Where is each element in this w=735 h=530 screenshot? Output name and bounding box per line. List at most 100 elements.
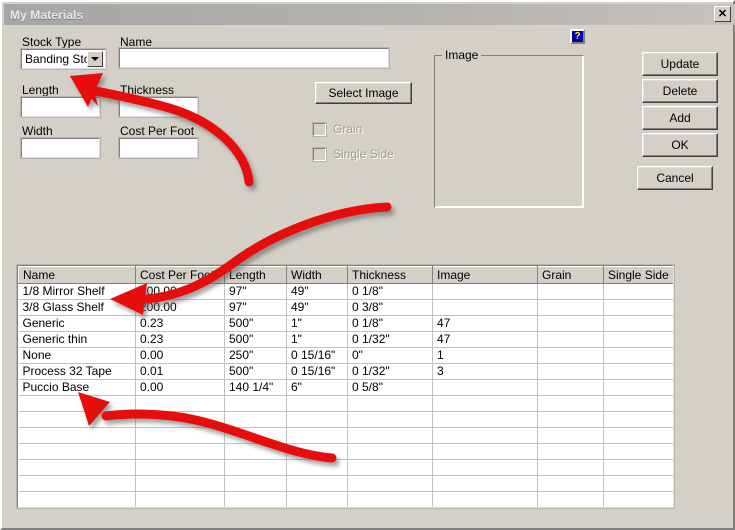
table-cell[interactable]: 97" [224,299,287,316]
help-question-icon[interactable]: ? [570,29,585,44]
table-cell[interactable] [347,475,433,492]
table-cell[interactable] [135,443,225,460]
table-cell[interactable] [347,491,433,507]
table-row[interactable] [18,443,673,460]
table-cell[interactable] [347,411,433,428]
table-cell[interactable]: 0 1/32" [347,363,433,380]
table-cell[interactable]: 3/8 Glass Shelf [18,299,136,316]
table-cell[interactable]: 0" [347,347,433,364]
table-cell[interactable] [603,395,673,412]
close-icon[interactable]: ✕ [714,6,731,22]
table-row[interactable] [18,459,673,476]
table-cell[interactable]: Process 32 Tape [18,363,136,380]
table-row[interactable]: None 0.00 250" 0 15/16" 0" 1 [18,347,673,364]
table-cell[interactable] [432,299,538,316]
table-cell[interactable] [603,475,673,492]
width-input[interactable] [20,137,101,159]
table-cell[interactable] [286,395,348,412]
table-cell[interactable] [537,315,604,332]
table-cell[interactable]: 1" [286,315,348,332]
table-cell[interactable] [135,459,225,476]
table-cell[interactable] [537,475,604,492]
table-cell[interactable] [347,459,433,476]
name-input[interactable] [118,47,390,69]
thickness-input[interactable] [118,96,199,118]
table-row[interactable]: Generic 0.23 500" 1" 0 1/8" 47 [18,315,673,332]
table-cell[interactable]: 0.00 [135,379,225,396]
table-row[interactable] [18,395,673,412]
table-cell[interactable] [537,443,604,460]
table-row[interactable] [18,491,673,507]
table-header-image[interactable]: Image [432,266,538,284]
table-cell[interactable] [603,427,673,444]
table-cell[interactable]: 500" [224,331,287,348]
table-row[interactable]: Puccio Base 0.00 140 1/4" 6" 0 5/8" [18,379,673,396]
table-cell[interactable] [286,459,348,476]
table-cell[interactable]: 6" [286,379,348,396]
table-cell[interactable] [537,283,604,300]
table-cell[interactable] [286,491,348,507]
table-cell[interactable] [537,427,604,444]
table-cell[interactable] [224,459,287,476]
table-cell[interactable] [286,427,348,444]
table-cell[interactable] [432,379,538,396]
table-header-grain[interactable]: Grain [537,266,604,284]
table-header-name[interactable]: Name [18,266,136,284]
table-cell[interactable]: 49" [286,299,348,316]
table-cell[interactable] [432,459,538,476]
table-row[interactable]: 3/8 Glass Shelf 200.00 97" 49" 0 3/8" [18,299,673,316]
table-cell[interactable] [432,491,538,507]
cancel-button[interactable]: Cancel [637,166,713,190]
select-image-button[interactable]: Select Image [315,82,412,104]
table-row[interactable] [18,411,673,428]
table-cell[interactable]: 500" [224,315,287,332]
table-cell[interactable]: 0 1/8" [347,315,433,332]
table-row[interactable]: Generic thin 0.23 500" 1" 0 1/32" 47 [18,331,673,348]
table-cell[interactable]: 0.00 [135,347,225,364]
table-cell[interactable] [224,443,287,460]
table-cell[interactable]: 0.23 [135,315,225,332]
title-bar[interactable]: My Materials ✕ [4,4,735,25]
length-input[interactable] [20,96,101,118]
table-header-length[interactable]: Length [224,266,287,284]
single-side-checkbox[interactable]: Single Side [312,146,394,162]
table-cell[interactable] [537,299,604,316]
table-cell[interactable]: 49" [286,283,348,300]
materials-grid[interactable]: Name Cost Per Foot Length Width Thickness Ima… [16,264,675,509]
delete-button[interactable]: Delete [642,79,718,103]
table-cell[interactable] [135,411,225,428]
table-cell[interactable] [603,491,673,507]
table-cell[interactable]: 0.01 [135,363,225,380]
add-button[interactable]: Add [642,106,718,130]
table-cell[interactable] [603,459,673,476]
table-row[interactable] [18,427,673,444]
table-cell[interactable] [135,475,225,492]
table-cell[interactable]: Puccio Base [18,379,136,396]
table-cell[interactable]: None [18,347,136,364]
table-cell[interactable] [18,395,136,412]
table-cell[interactable] [18,443,136,460]
table-cell[interactable] [18,411,136,428]
table-header-thickness[interactable]: Thickness [347,266,433,284]
table-cell[interactable] [603,299,673,316]
table-cell[interactable]: Generic [18,315,136,332]
grain-checkbox[interactable]: Grain [312,121,362,137]
table-cell[interactable] [347,443,433,460]
table-row[interactable]: Process 32 Tape 0.01 500" 0 15/16" 0 1/32" 3 [18,363,673,380]
table-cell[interactable]: 1/8 Mirror Shelf [18,283,136,300]
table-cell[interactable] [603,347,673,364]
table-cell[interactable] [286,411,348,428]
table-cell[interactable]: 47 [432,315,538,332]
table-cell[interactable] [603,411,673,428]
table-cell[interactable]: 0.23 [135,331,225,348]
table-cell[interactable] [537,363,604,380]
table-cell[interactable] [224,491,287,507]
table-header-width[interactable]: Width [286,266,348,284]
checkbox-box-icon[interactable] [312,121,327,137]
cost-per-foot-input[interactable] [118,137,199,159]
table-cell[interactable]: 250" [224,347,287,364]
table-cell[interactable] [603,443,673,460]
table-cell[interactable]: 0 15/16" [286,363,348,380]
table-cell[interactable] [537,395,604,412]
table-cell[interactable] [286,475,348,492]
